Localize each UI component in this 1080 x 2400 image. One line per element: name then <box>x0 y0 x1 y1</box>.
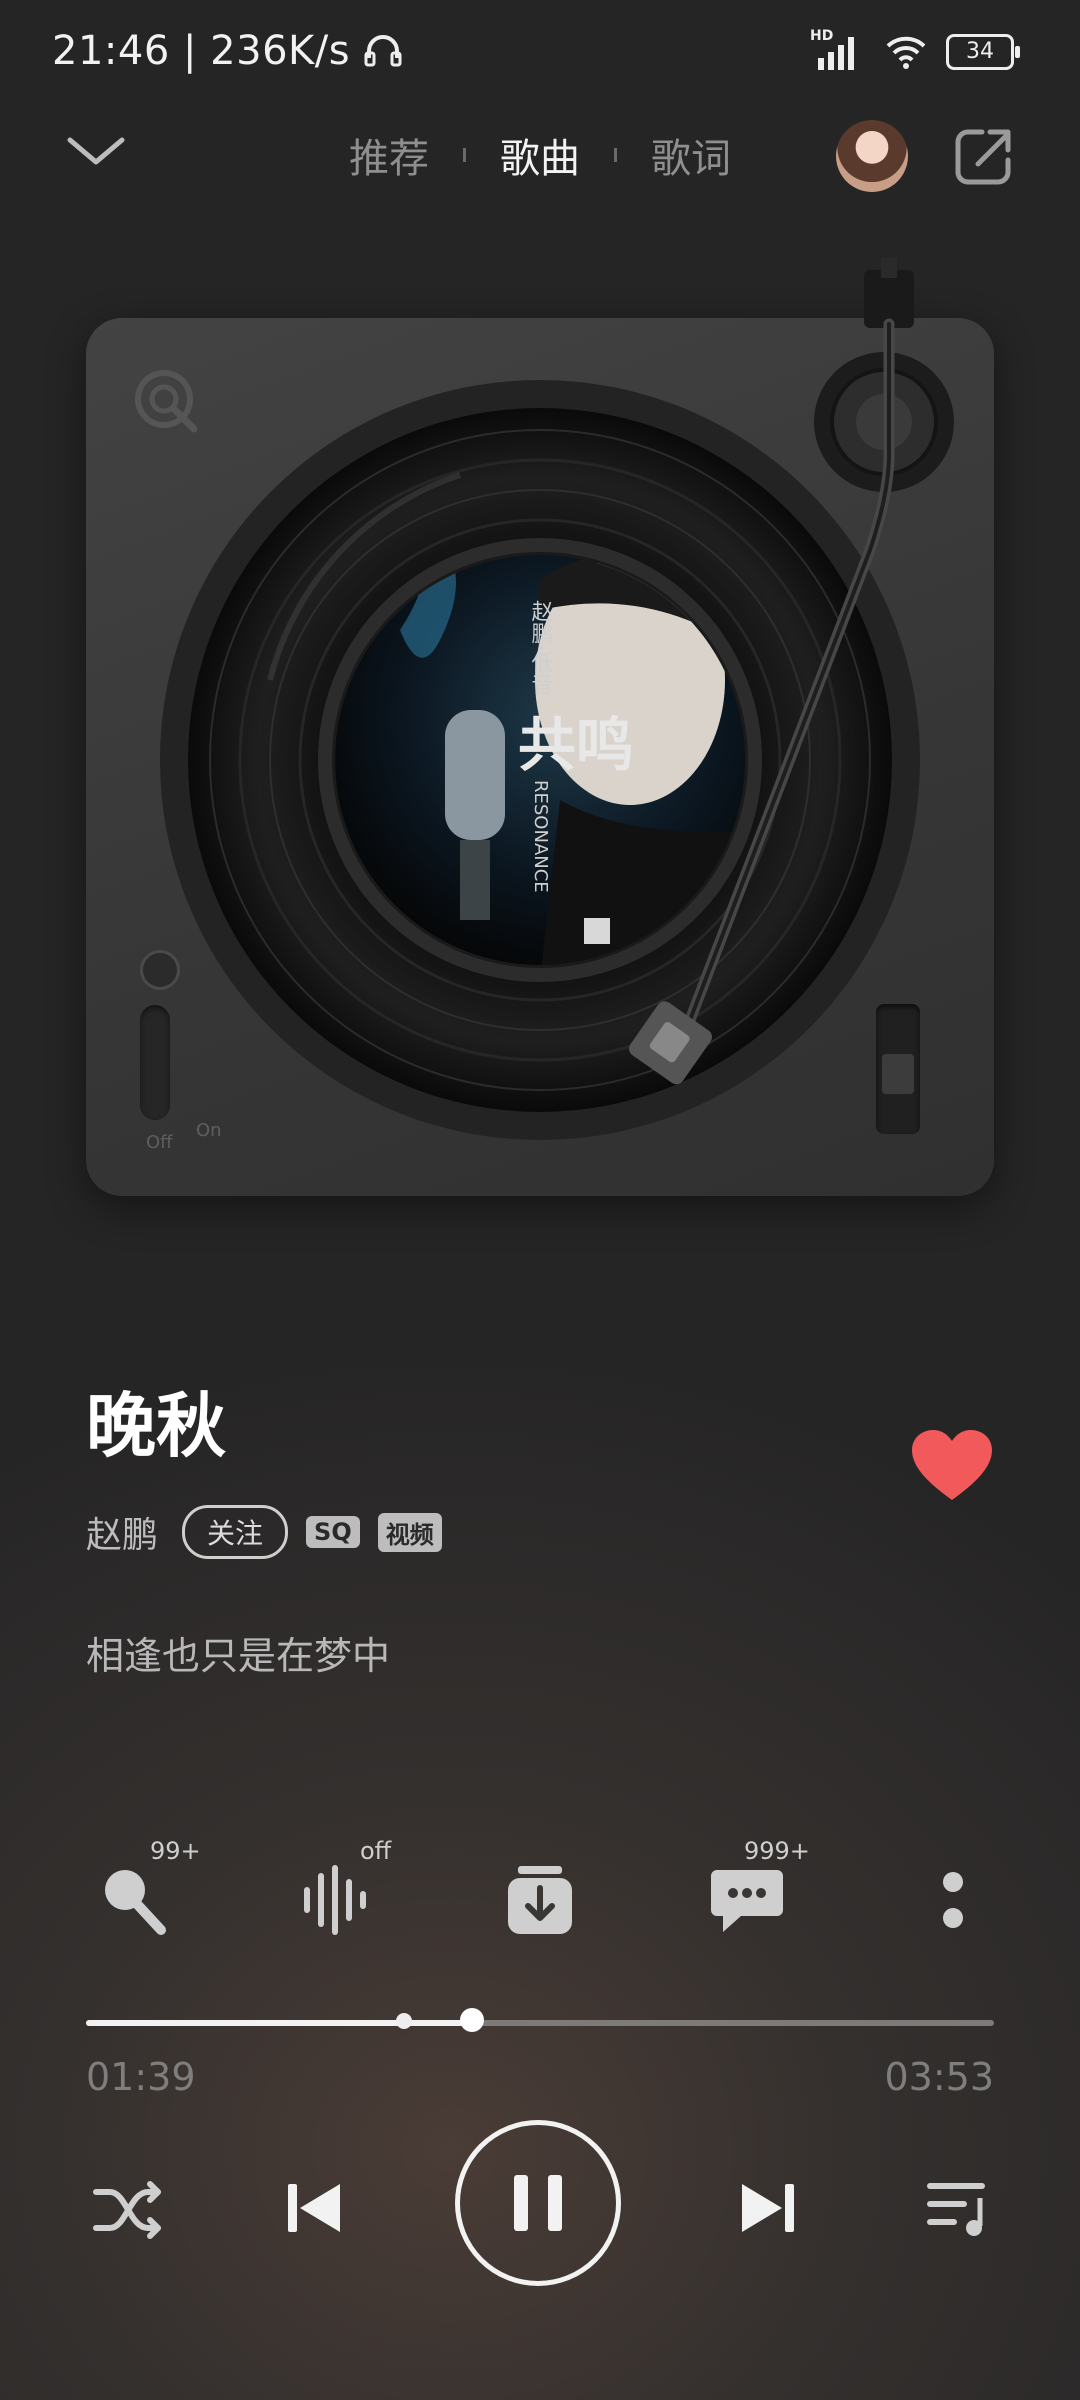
signal-icon: HD <box>810 28 866 72</box>
total-time: 03:53 <box>884 2055 994 2099</box>
tab-lyrics[interactable]: 歌词 <box>651 126 731 184</box>
download-button[interactable] <box>485 1845 595 1955</box>
video-badge[interactable]: 视频 <box>377 1512 442 1552</box>
sound-effect-icon <box>304 1865 366 1935</box>
tab-divider <box>614 148 617 162</box>
karaoke-badge: 99+ <box>150 1837 201 1865</box>
power-switch[interactable] <box>140 1005 170 1120</box>
artist-name[interactable]: 赵鹏 <box>86 1506 158 1558</box>
wifi-icon <box>886 36 926 69</box>
progress-fill <box>86 2020 472 2026</box>
switch-off-label: Off <box>146 1132 173 1153</box>
switch-on-label: On <box>196 1120 222 1141</box>
pitch-slider[interactable] <box>876 1004 920 1134</box>
shuffle-icon[interactable] <box>92 2180 166 2240</box>
pause-icon <box>514 2175 562 2231</box>
download-icon <box>508 1866 572 1934</box>
comment-badge: 999+ <box>744 1837 810 1865</box>
more-button[interactable] <box>898 1845 1008 1955</box>
current-time: 01:39 <box>86 2055 196 2099</box>
comment-button[interactable]: 999+ <box>692 1837 810 1955</box>
tab-bar: 推荐 歌曲 歌词 <box>0 120 1080 190</box>
artist-row: 赵鹏 关注 SQ 视频 <box>86 1505 442 1559</box>
share-icon[interactable] <box>952 124 1016 188</box>
album-subtitle: RESONANCE <box>530 780 551 893</box>
heart-icon[interactable] <box>910 1428 994 1502</box>
more-vertical-icon <box>943 1872 963 1928</box>
progress-thumb[interactable] <box>459 2008 484 2032</box>
buffer-marker <box>395 2013 412 2029</box>
tab-recommend[interactable]: 推荐 <box>349 126 429 184</box>
previous-icon[interactable] <box>282 2176 346 2240</box>
speed-knob[interactable] <box>140 950 180 990</box>
battery-indicator: 34 <box>946 34 1020 70</box>
status-time-speed: 21:46 | 236K/s <box>52 28 403 74</box>
headphones-icon <box>364 35 402 67</box>
next-icon[interactable] <box>736 2176 800 2240</box>
sq-badge: SQ <box>306 1516 360 1548</box>
song-title: 晚秋 <box>86 1385 226 1467</box>
follow-button[interactable]: 关注 <box>182 1505 289 1559</box>
tonearm[interactable] <box>600 250 960 1090</box>
avatar[interactable] <box>836 120 908 192</box>
sound-effect-badge: off <box>360 1837 392 1865</box>
sound-effect-button[interactable]: off <box>278 1837 391 1955</box>
play-pause-button[interactable] <box>455 2120 621 2286</box>
comment-icon <box>711 1870 783 1932</box>
karaoke-button[interactable]: 99+ <box>80 1837 201 1955</box>
status-indicators: HD 34 <box>810 28 1020 74</box>
karaoke-mic-icon <box>105 1870 166 1935</box>
album-vertical-text: 赵鹏·低音 <box>528 600 554 695</box>
playlist-icon[interactable] <box>924 2178 994 2238</box>
current-lyric[interactable]: 相逢也只是在梦中 <box>86 1625 390 1680</box>
tab-song[interactable]: 歌曲 <box>500 126 580 184</box>
tab-divider <box>463 148 466 162</box>
